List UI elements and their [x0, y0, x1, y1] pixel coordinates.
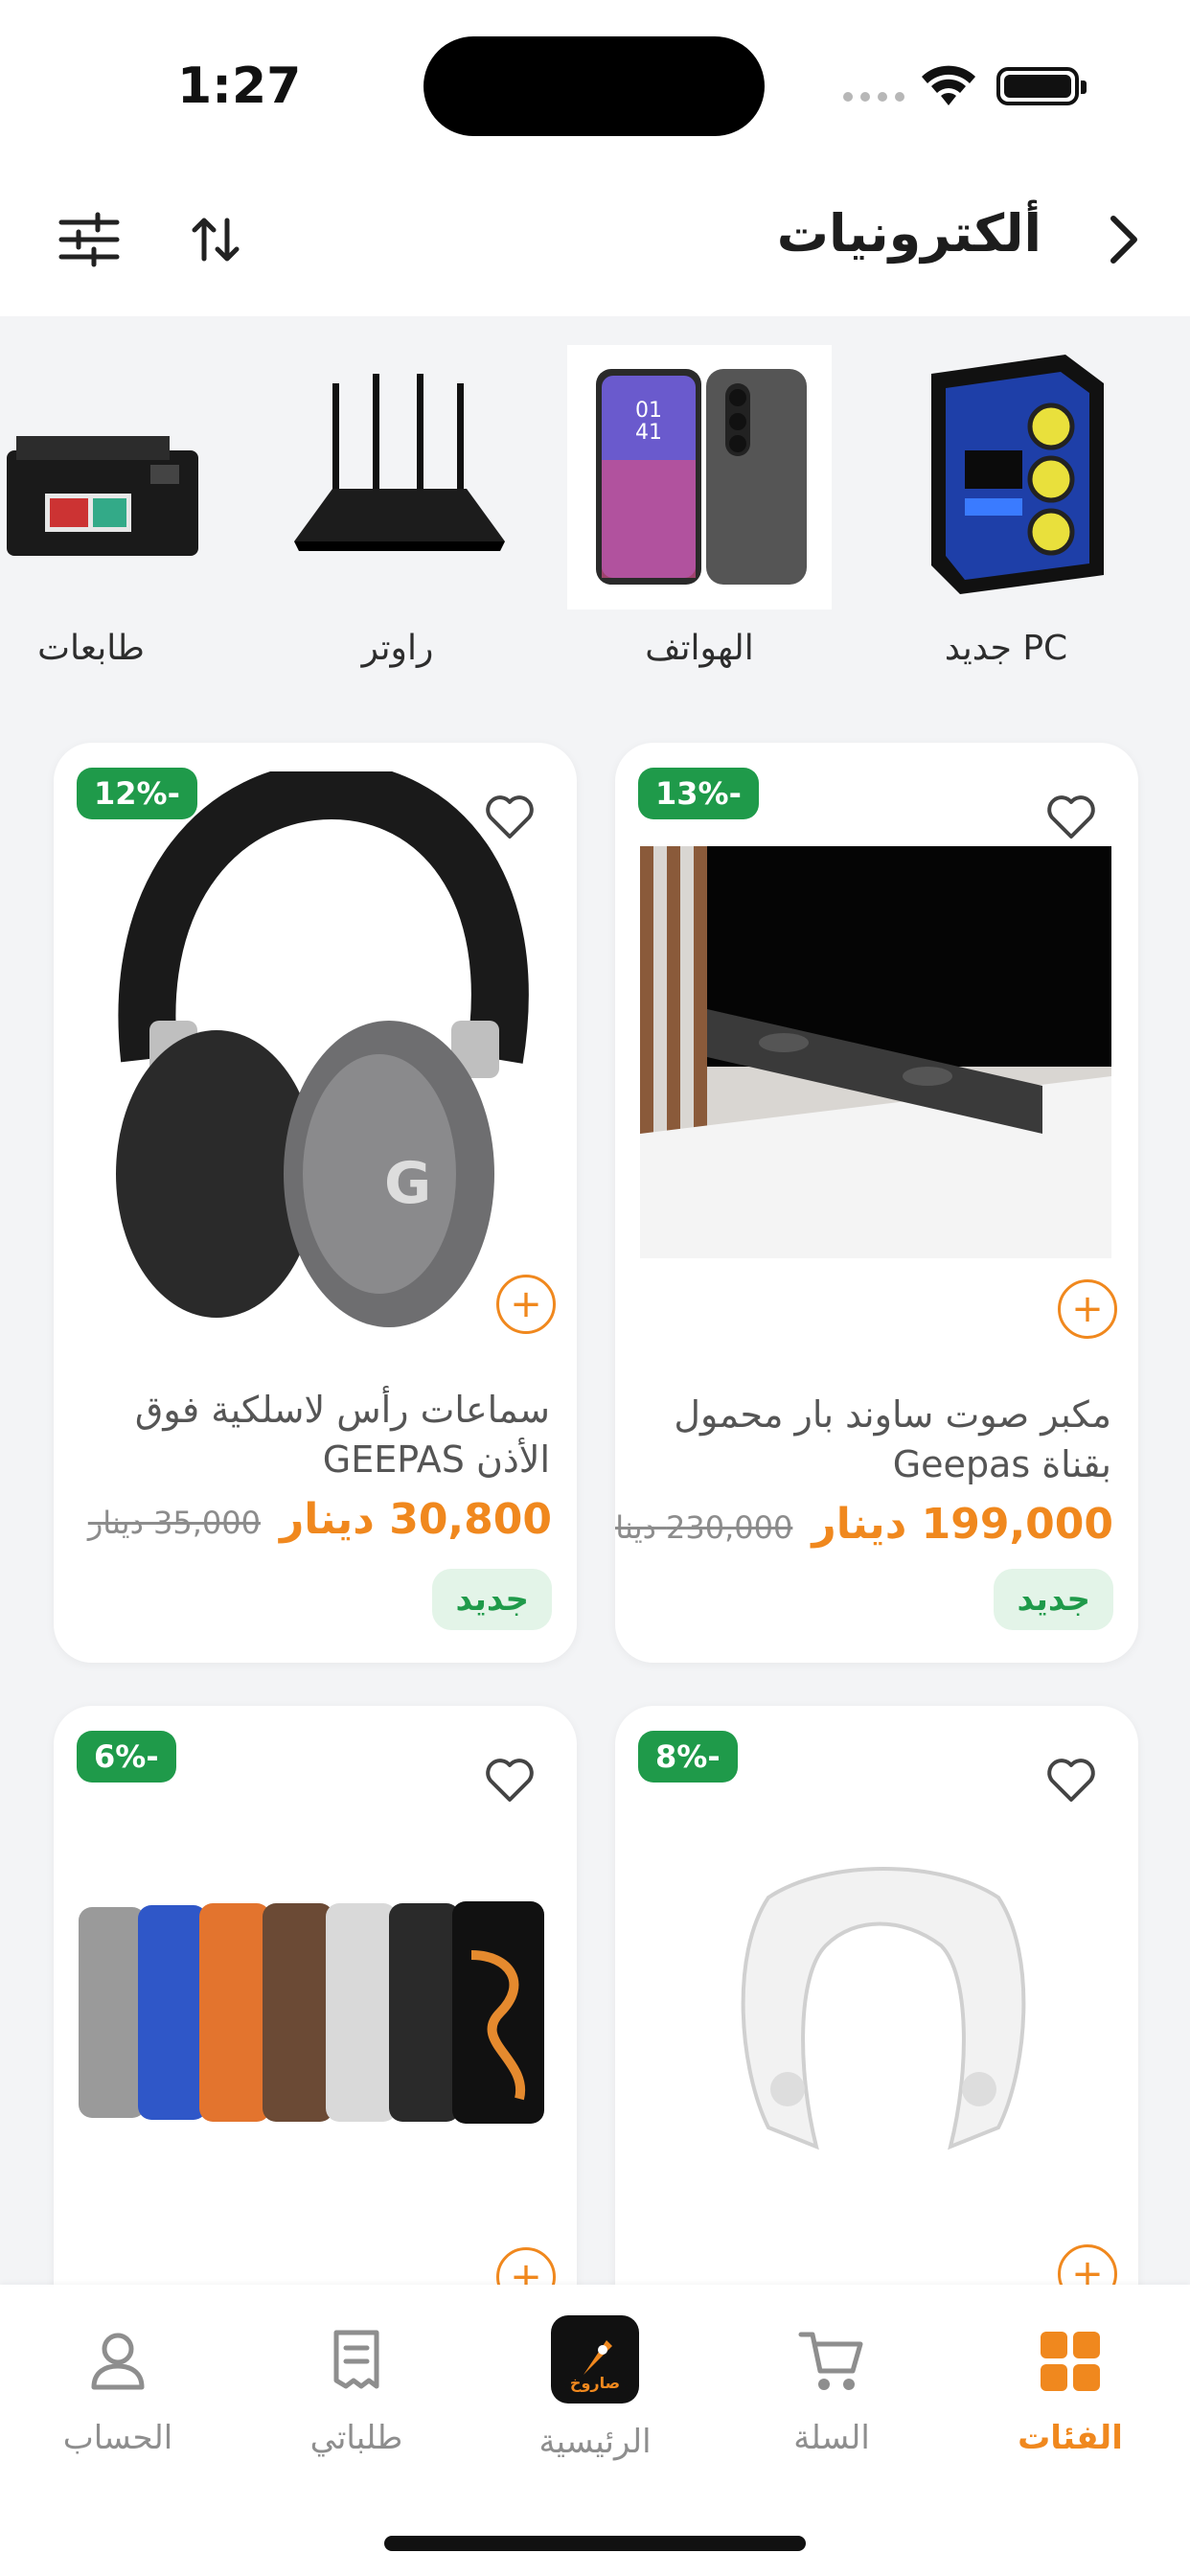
product-card[interactable]: 12%- G + سماعات رأس لاسلكية فوق الأذن GE… [54, 743, 577, 1663]
nav-item-orders[interactable]: طلباتي [261, 2323, 452, 2457]
nav-label: طلباتي [309, 2419, 403, 2457]
headphones-image: G [92, 761, 542, 1327]
old-price: 230,000 دينار [615, 1509, 793, 1546]
wifi-icon [922, 65, 975, 105]
old-price: 35,000 دينار [87, 1505, 261, 1541]
gaming-pc-image [874, 345, 1138, 610]
signal-icon [843, 92, 904, 102]
nav-label: الرئيسية [538, 2423, 652, 2461]
header: ألكترونيات [0, 163, 1190, 316]
cart-icon [798, 2332, 863, 2390]
router-image [265, 345, 530, 610]
soundbar-image [640, 846, 1111, 1258]
nav-item-home[interactable]: صاروخ الرئيسية [499, 2315, 691, 2461]
grid-icon [1041, 2332, 1100, 2391]
status-bar: 1:27 [0, 0, 1190, 163]
favorite-button[interactable] [1025, 1735, 1117, 1827]
category-item-router[interactable]: راوتر [263, 345, 532, 668]
home-indicator[interactable] [384, 2536, 806, 2551]
filter-icon[interactable] [56, 211, 123, 268]
category-strip[interactable]: PC جديد 01 41 الهواتف راوتر طابعات [0, 316, 1190, 700]
product-card[interactable]: 8%- + [615, 1706, 1138, 2377]
category-label: PC جديد [944, 629, 1068, 668]
category-item-printers[interactable]: طابعات [0, 345, 225, 668]
new-tag: جديد [994, 1569, 1113, 1630]
nav-item-account[interactable]: الحساب [22, 2323, 214, 2457]
category-item-pc[interactable]: PC جديد [872, 345, 1140, 668]
product-name: سماعات رأس لاسلكية فوق الأذن GEEPAS [134, 1389, 550, 1481]
price-row: 199,000 دينار 230,000 دينار [615, 1500, 1113, 1549]
product-card[interactable]: 13%- + مكبر صوت ساوند بار محمول بقناة Ge… [615, 743, 1138, 1663]
nav-label: الفئات [1018, 2419, 1123, 2457]
add-to-cart-button[interactable]: + [496, 1275, 556, 1334]
new-tag: جديد [432, 1569, 552, 1630]
category-label: الهواتف [645, 629, 754, 668]
receipt-icon [333, 2330, 379, 2389]
bottom-nav: الفئات السلة صاروخ الرئيسية طلباتي الحسا… [0, 2285, 1190, 2576]
heart-icon [1047, 795, 1095, 839]
discount-badge: 6%- [77, 1731, 176, 1782]
product-price: 30,800 دينار [279, 1495, 552, 1544]
product-price: 199,000 دينار [812, 1500, 1113, 1549]
nav-label: السلة [793, 2419, 870, 2457]
page-title: ألكترونيات [776, 203, 1041, 264]
nav-item-categories[interactable]: الفئات [974, 2323, 1166, 2457]
heart-icon [1047, 1759, 1095, 1802]
product-name: مكبر صوت ساوند بار محمول بقناة Geepas [674, 1393, 1111, 1485]
nav-label: الحساب [62, 2419, 173, 2457]
dynamic-island [423, 36, 765, 136]
status-time: 1:27 [177, 58, 302, 115]
price-row: 30,800 دينار 35,000 دينار [79, 1495, 552, 1544]
svg-text:01: 01 [635, 399, 662, 423]
svg-text:41: 41 [635, 421, 662, 445]
nav-item-cart[interactable]: السلة [736, 2323, 927, 2457]
phones-image [79, 1898, 552, 2128]
battery-icon [996, 67, 1087, 105]
product-card[interactable]: 6%- + [54, 1706, 577, 2377]
favorite-button[interactable] [464, 1735, 556, 1827]
neck-fan-image [711, 1840, 1056, 2185]
logo-text: صاروخ [570, 2374, 620, 2392]
printer-image [0, 345, 223, 610]
discount-badge: 13%- [638, 768, 759, 819]
home-logo-icon: صاروخ [570, 2340, 620, 2392]
discount-badge: 8%- [638, 1731, 738, 1782]
category-label: راوتر [361, 629, 434, 668]
add-to-cart-button[interactable]: + [1058, 1279, 1117, 1339]
smartphone-image: 01 41 [567, 345, 832, 610]
sort-icon[interactable] [187, 211, 244, 268]
category-label: طابعات [37, 629, 145, 668]
heart-icon [486, 1759, 534, 1802]
svg-text:G: G [384, 1150, 431, 1217]
category-item-phones[interactable]: 01 41 الهواتف [565, 345, 834, 668]
chevron-right-icon[interactable] [1094, 211, 1152, 268]
user-icon [91, 2333, 145, 2390]
